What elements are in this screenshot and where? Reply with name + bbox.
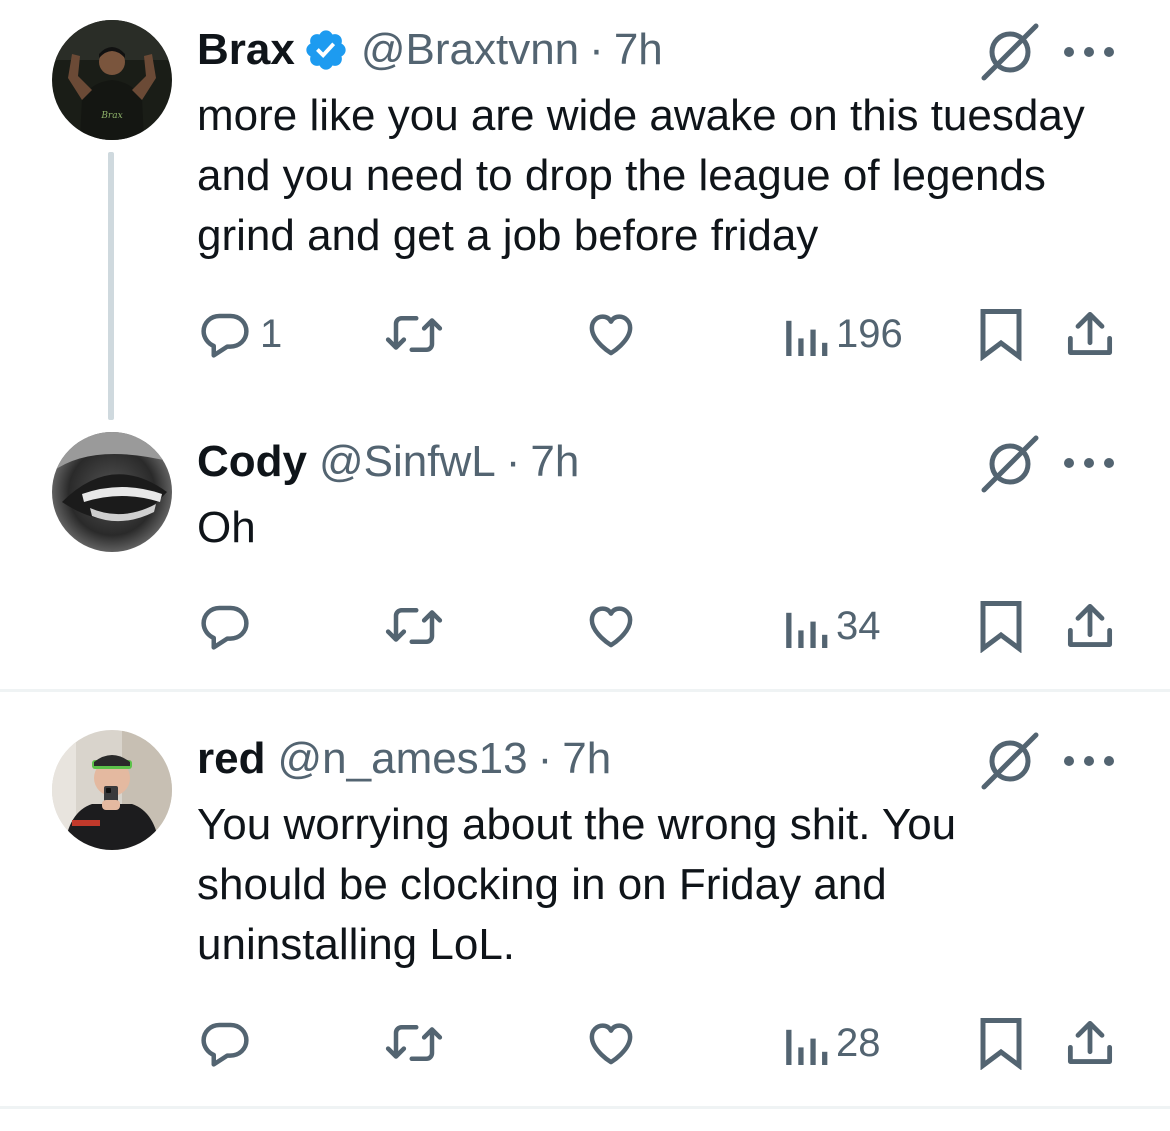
- reply-icon: [201, 1022, 249, 1067]
- heart-icon: [589, 606, 633, 648]
- timestamp[interactable]: 7h: [562, 729, 611, 789]
- bookmark-icon: [980, 1018, 1022, 1070]
- like-button[interactable]: [584, 304, 638, 364]
- share-button[interactable]: [1066, 1013, 1114, 1073]
- thread-line: [108, 152, 114, 420]
- reply-button[interactable]: [198, 1013, 260, 1073]
- grok-icon[interactable]: [978, 20, 1042, 84]
- like-button[interactable]: [584, 1013, 638, 1073]
- reply-count: 1: [260, 311, 283, 356]
- bookmark-icon: [980, 601, 1022, 653]
- author-handle[interactable]: @Braxtvnn: [361, 20, 579, 80]
- grok-icon[interactable]: [978, 729, 1042, 793]
- retweet-button[interactable]: [384, 304, 444, 364]
- separator-dot: ·: [589, 25, 604, 74]
- more-dots-icon[interactable]: [1062, 453, 1116, 473]
- author-name[interactable]: red: [197, 729, 265, 789]
- reply-button[interactable]: [198, 596, 260, 656]
- avatar[interactable]: [52, 432, 172, 552]
- tweet-divider: [0, 689, 1170, 692]
- author-name[interactable]: Cody: [197, 432, 307, 492]
- reply-icon: [201, 605, 249, 650]
- author-handle[interactable]: @n_ames13: [277, 729, 527, 789]
- views-chart-icon: [786, 1029, 828, 1065]
- reply-icon: [201, 313, 249, 358]
- avatar[interactable]: Brax: [52, 20, 172, 140]
- retweet-button[interactable]: [384, 1013, 444, 1073]
- views-button[interactable]: 28: [784, 1013, 881, 1073]
- retweet-button[interactable]: [384, 596, 444, 656]
- share-icon: [1067, 1020, 1113, 1064]
- share-button[interactable]: [1066, 596, 1114, 656]
- avatar-jersey-text: Brax: [100, 111, 122, 121]
- tweet-text: You worrying about the wrong shit. You s…: [197, 800, 957, 969]
- bookmark-button[interactable]: [978, 596, 1024, 656]
- bookmark-button[interactable]: [978, 304, 1024, 364]
- tweet-header: Brax @Braxtvnn · 7h: [197, 20, 663, 80]
- verified-badge-icon: [306, 30, 346, 70]
- tweet-divider: [0, 1106, 1170, 1109]
- tweet-text: more like you are wide awake on this tue…: [197, 91, 1085, 260]
- heart-icon: [589, 314, 633, 356]
- separator-dot: ·: [505, 437, 521, 486]
- heart-icon: [589, 1023, 633, 1065]
- more-dots-icon[interactable]: [1062, 42, 1116, 62]
- views-chart-icon: [786, 320, 828, 356]
- retweet-icon: [385, 316, 443, 352]
- retweet-icon: [385, 1025, 443, 1061]
- views-button[interactable]: 196: [784, 304, 903, 364]
- retweet-icon: [385, 608, 443, 644]
- share-icon: [1067, 603, 1113, 647]
- tweet-header: Cody @SinfwL · 7h: [197, 432, 579, 492]
- bookmark-button[interactable]: [978, 1013, 1024, 1073]
- author-handle[interactable]: @SinfwL: [319, 432, 496, 492]
- reply-button[interactable]: 1: [198, 304, 282, 364]
- separator-dot: ·: [537, 734, 553, 783]
- action-bar: 28: [0, 1013, 1170, 1073]
- action-bar: 1 196: [0, 304, 1170, 364]
- tweet-header: red @n_ames13 · 7h: [197, 729, 611, 789]
- author-name[interactable]: Brax: [197, 20, 295, 80]
- action-bar: 34: [0, 596, 1170, 656]
- views-chart-icon: [786, 612, 828, 648]
- timestamp[interactable]: 7h: [614, 20, 663, 80]
- view-count: 34: [836, 603, 881, 648]
- share-button[interactable]: [1066, 304, 1114, 364]
- share-icon: [1067, 311, 1113, 355]
- tweet-text: Oh: [197, 503, 256, 552]
- bookmark-icon: [980, 309, 1022, 361]
- view-count: 28: [836, 1020, 881, 1065]
- timestamp[interactable]: 7h: [530, 432, 579, 492]
- like-button[interactable]: [584, 596, 638, 656]
- views-button[interactable]: 34: [784, 596, 881, 656]
- more-dots-icon[interactable]: [1062, 751, 1116, 771]
- grok-icon[interactable]: [978, 432, 1042, 496]
- avatar[interactable]: [52, 730, 172, 850]
- view-count: 196: [836, 311, 903, 356]
